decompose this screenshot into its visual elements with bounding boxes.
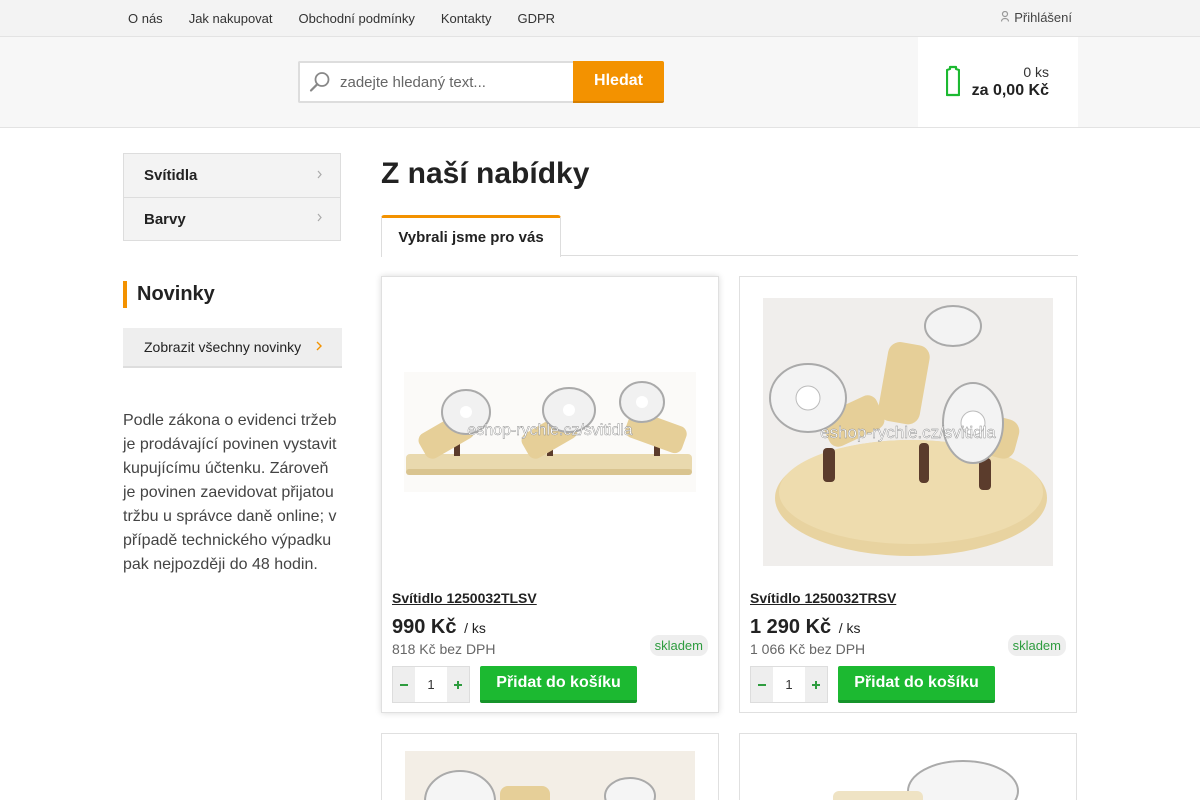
price-without-vat: 1 066 Kč bez DPH bbox=[750, 641, 866, 657]
stock-badge: skladem bbox=[649, 635, 708, 656]
product-card[interactable]: eshop-rychle.cz/svitidla Svítidlo 125003… bbox=[381, 276, 719, 713]
product-card[interactable]: eshop-rychle.cz/svitidla Svítidlo 125003… bbox=[739, 276, 1077, 713]
nav-link-gdpr[interactable]: GDPR bbox=[517, 11, 555, 26]
main-content: Z naší nabídky Vybrali jsme pro vás esho… bbox=[381, 153, 1078, 800]
add-to-cart-button[interactable]: Přidat do košíku bbox=[838, 666, 995, 703]
product-name-link[interactable]: Svítidlo 1250032TRSV bbox=[750, 590, 896, 606]
cart-icon bbox=[945, 65, 961, 102]
category-label: Svítidla bbox=[144, 167, 198, 184]
user-icon bbox=[1001, 10, 1010, 25]
chevron-right-icon bbox=[317, 170, 322, 182]
price-unit: / ks bbox=[838, 620, 861, 636]
eet-notice: Podle zákona o evidenci tržeb je prodáva… bbox=[123, 412, 337, 573]
category-item-barvy[interactable]: Barvy bbox=[124, 197, 340, 240]
price-unit: / ks bbox=[464, 620, 486, 636]
quantity-input[interactable]: 1 bbox=[773, 667, 805, 702]
decrease-quantity-button[interactable] bbox=[393, 667, 415, 702]
category-label: Barvy bbox=[144, 210, 186, 228]
show-all-news-label: Zobrazit všechny novinky bbox=[144, 339, 302, 355]
top-nav: O nás Jak nakupovat Obchodní podmínky Ko… bbox=[120, 0, 573, 37]
login-label: Přihlášení bbox=[1014, 10, 1072, 25]
image-watermark: eshop-rychle.cz/svitidla bbox=[820, 423, 996, 442]
image-watermark: eshop-rychle.cz/svitidla bbox=[467, 422, 633, 439]
product-image[interactable] bbox=[762, 751, 1054, 800]
login-link[interactable]: Přihlášení bbox=[1001, 10, 1072, 25]
product-image[interactable] bbox=[404, 751, 696, 800]
search-input[interactable] bbox=[340, 73, 560, 91]
quantity-input[interactable]: 1 bbox=[415, 667, 447, 702]
product-image[interactable]: eshop-rychle.cz/svitidla bbox=[404, 297, 696, 567]
quantity-stepper: 1 bbox=[392, 666, 470, 703]
category-item-svitidla[interactable]: Svítidla bbox=[124, 154, 340, 197]
header: Hledat 0 ks za 0,00 Kč bbox=[0, 37, 1200, 128]
decrease-quantity-button[interactable] bbox=[751, 667, 773, 702]
top-bar: O nás Jak nakupovat Obchodní podmínky Ko… bbox=[0, 0, 1200, 37]
nav-link-contacts[interactable]: Kontakty bbox=[441, 11, 492, 26]
price-value: 1 290 Kč bbox=[750, 616, 832, 638]
search-field bbox=[298, 61, 573, 103]
sidebar: Svítidla Barvy Novinky Zobrazit všechny … bbox=[123, 153, 342, 577]
price-value: 990 Kč bbox=[392, 616, 457, 638]
product-image[interactable]: eshop-rychle.cz/svitidla bbox=[762, 297, 1054, 567]
search-form: Hledat bbox=[298, 61, 664, 103]
show-all-news-button[interactable]: Zobrazit všechny novinky bbox=[123, 328, 342, 368]
product-name-link[interactable]: Svítidlo 1250032TLSV bbox=[392, 590, 537, 606]
cart-count: 0 ks bbox=[1023, 64, 1049, 80]
product-price: 990 Kč / ks bbox=[392, 616, 486, 639]
tab-recommended[interactable]: Vybrali jsme pro vás bbox=[381, 215, 561, 257]
nav-link-about[interactable]: O nás bbox=[128, 11, 163, 26]
nav-link-how-to-buy[interactable]: Jak nakupovat bbox=[189, 11, 273, 26]
increase-quantity-button[interactable] bbox=[805, 667, 827, 702]
news-heading: Novinky bbox=[123, 281, 341, 308]
product-card[interactable] bbox=[381, 733, 719, 800]
search-icon bbox=[300, 71, 340, 93]
chevron-right-icon bbox=[316, 341, 322, 354]
search-button[interactable]: Hledat bbox=[573, 61, 664, 103]
plus-icon bbox=[812, 680, 820, 689]
category-menu: Svítidla Barvy bbox=[123, 153, 341, 241]
cart-total: za 0,00 Kč bbox=[971, 82, 1049, 99]
stock-badge: skladem bbox=[1007, 635, 1066, 656]
tab-bar: Vybrali jsme pro vás bbox=[381, 215, 1078, 257]
cart-widget[interactable]: 0 ks za 0,00 Kč bbox=[918, 37, 1078, 127]
page-title: Z naší nabídky bbox=[381, 157, 590, 190]
product-card[interactable] bbox=[739, 733, 1077, 800]
nav-link-terms[interactable]: Obchodní podmínky bbox=[299, 11, 415, 26]
add-to-cart-button[interactable]: Přidat do košíku bbox=[480, 666, 637, 703]
product-price: 1 290 Kč / ks bbox=[750, 616, 861, 639]
minus-icon bbox=[758, 683, 766, 686]
chevron-right-icon bbox=[317, 213, 322, 225]
minus-icon bbox=[400, 683, 408, 686]
quantity-stepper: 1 bbox=[750, 666, 828, 703]
plus-icon bbox=[454, 680, 462, 689]
increase-quantity-button[interactable] bbox=[447, 667, 469, 702]
price-without-vat: 818 Kč bez DPH bbox=[392, 641, 496, 657]
